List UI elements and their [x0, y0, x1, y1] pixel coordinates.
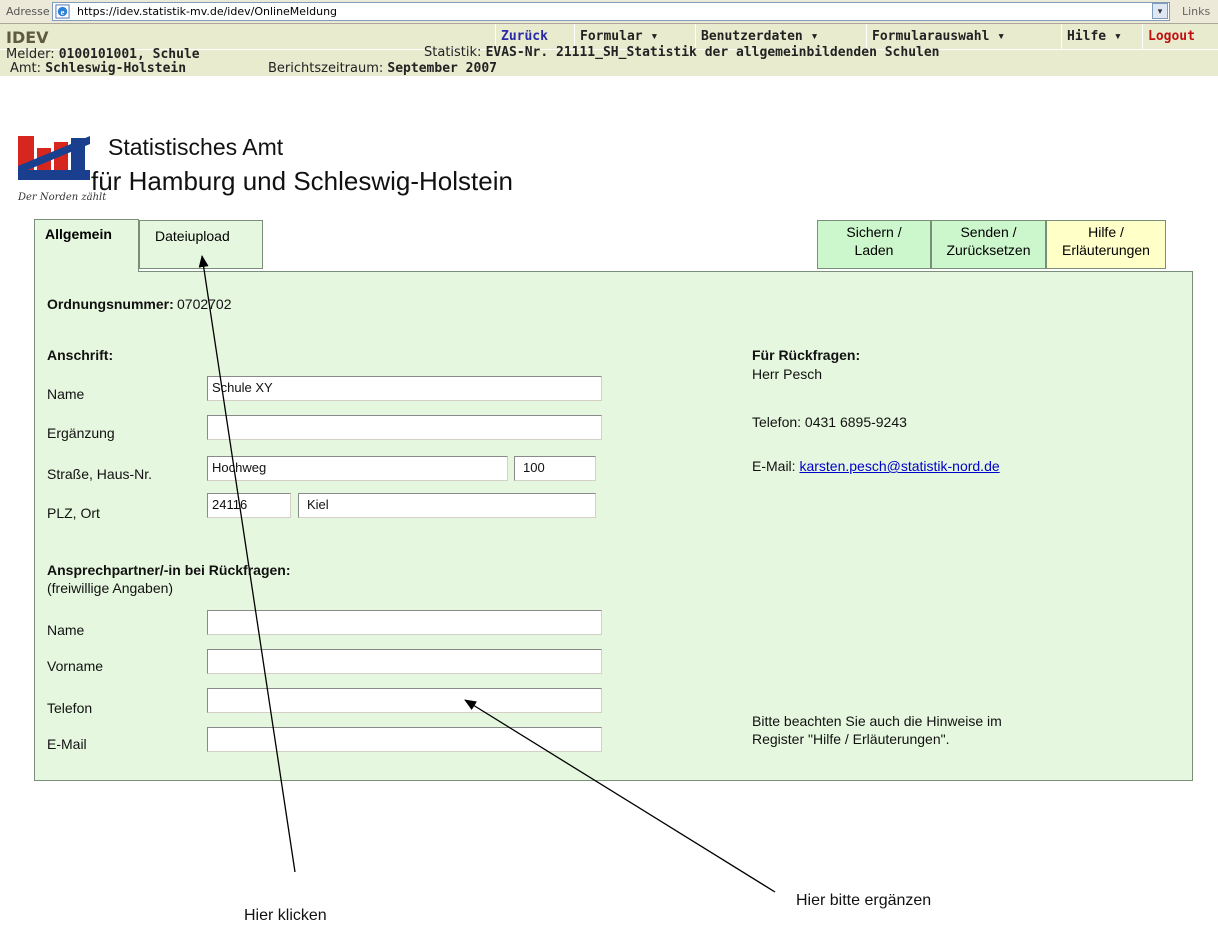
annotation-click-here: Hier klicken — [244, 907, 327, 924]
arrow-to-contact-fields — [464, 699, 776, 893]
annotation-fill-here: Hier bitte ergänzen — [796, 892, 932, 909]
arrow-to-dateiupload — [198, 255, 296, 873]
annotation-arrows — [198, 255, 776, 893]
